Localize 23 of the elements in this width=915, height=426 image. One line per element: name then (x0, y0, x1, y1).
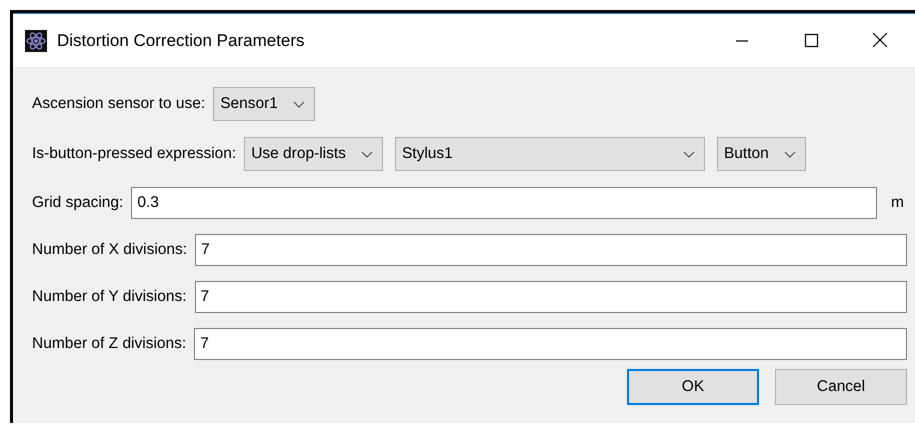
chevron-down-icon (782, 149, 797, 159)
field-label: Ascension sensor to use: (32, 95, 206, 113)
chevron-down-icon (292, 99, 306, 109)
window-title: Distortion Correction Parameters (57, 30, 306, 50)
field-label: Number of Z divisions: (32, 334, 186, 352)
dropdown[interactable]: Use drop-lists (244, 137, 383, 171)
dialog-button[interactable]: Cancel (775, 369, 907, 405)
field-label: Number of Y divisions: (32, 288, 187, 306)
chevron-down-icon (360, 149, 374, 159)
chevron-down-icon (682, 149, 696, 159)
atom-icon (25, 30, 47, 52)
field-label: Number of X divisions: (32, 240, 188, 258)
dropdown[interactable]: Stylus1 (394, 137, 705, 171)
field-label: Grid spacing: (32, 194, 124, 212)
unit-label: m (890, 194, 905, 212)
input-field[interactable]: 0.3 (131, 186, 877, 218)
input-field[interactable]: 7 (194, 328, 907, 360)
input-field[interactable]: 7 (194, 280, 907, 312)
dialog-button[interactable]: OK (627, 369, 759, 405)
dropdown[interactable]: Sensor1 (213, 87, 315, 121)
dropdown[interactable]: Button (716, 137, 806, 171)
input-field[interactable]: 7 (195, 234, 907, 266)
field-label: Is-button-pressed expression: (32, 145, 236, 163)
